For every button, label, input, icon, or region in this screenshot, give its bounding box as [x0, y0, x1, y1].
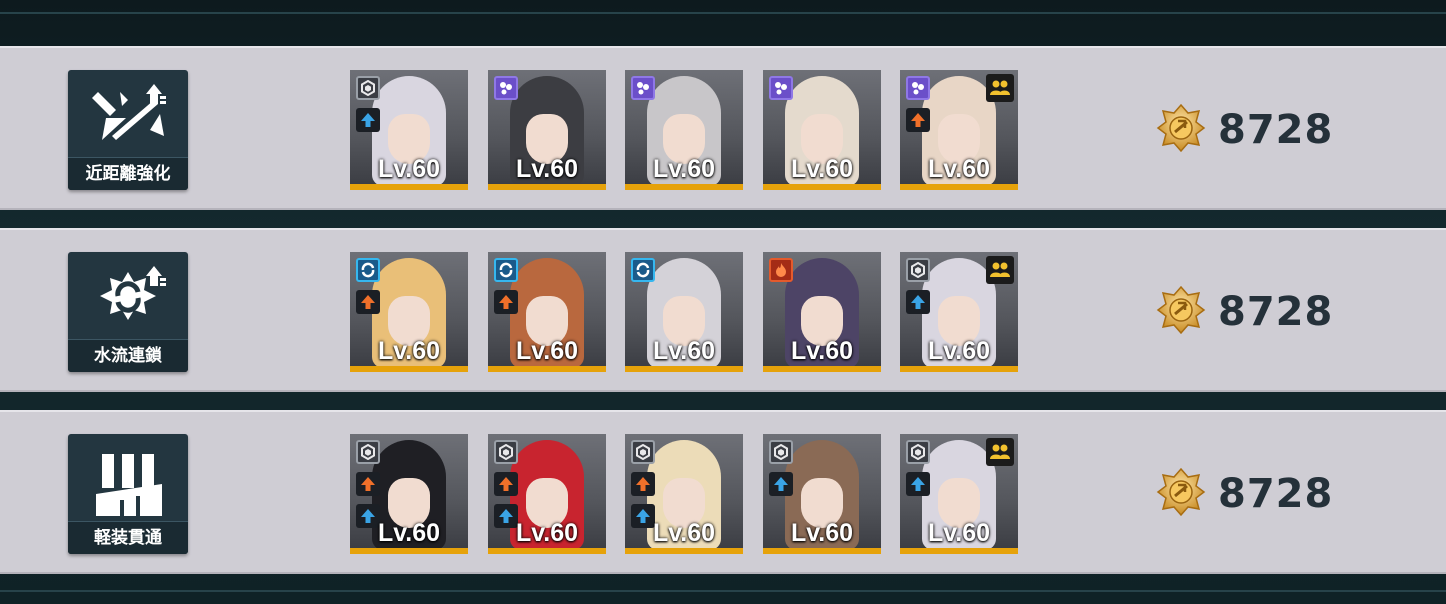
- character-card[interactable]: Lv.60: [625, 252, 743, 372]
- team-row[interactable]: 軽装貫通 Lv.60 Lv.60 Lv.60 Lv.60 Lv.60 8728: [0, 410, 1446, 574]
- level-label: Lv.60: [377, 337, 441, 365]
- gold-medal-icon: [1156, 467, 1206, 522]
- arrow-up-orange-icon: [494, 472, 518, 496]
- character-card[interactable]: Lv.60: [350, 70, 468, 190]
- arrow-up-orange-icon: [356, 290, 380, 314]
- swirl-role-icon: [356, 258, 380, 282]
- gold-medal-icon: [1156, 103, 1206, 158]
- level-label: Lv.60: [652, 155, 716, 183]
- level-bar: [350, 184, 468, 190]
- character-card[interactable]: Lv.60: [900, 70, 1018, 190]
- swirl-role-icon: [494, 258, 518, 282]
- team-row[interactable]: 水流連鎖 Lv.60 Lv.60 Lv.60 Lv.60 Lv.60 8728: [0, 228, 1446, 392]
- level-label: Lv.60: [790, 155, 854, 183]
- hexagon-role-icon: [356, 440, 380, 464]
- character-card[interactable]: Lv.60: [488, 252, 606, 372]
- hexagon-role-icon: [906, 440, 930, 464]
- level-bar: [488, 184, 606, 190]
- level-label: Lv.60: [515, 337, 579, 365]
- level-bar: [625, 366, 743, 372]
- level-bar: [763, 548, 881, 554]
- character-card[interactable]: Lv.60: [488, 434, 606, 554]
- level-bar: [350, 548, 468, 554]
- level-bar: [625, 548, 743, 554]
- background-line: [0, 12, 1446, 14]
- character-card[interactable]: Lv.60: [900, 252, 1018, 372]
- skill-label: 軽装貫通: [68, 521, 188, 554]
- power-value: 8728: [1218, 107, 1334, 153]
- squad-members-icon: [986, 74, 1014, 102]
- skill-badge[interactable]: 水流連鎖: [68, 252, 188, 372]
- level-label: Lv.60: [652, 337, 716, 365]
- character-card[interactable]: Lv.60: [900, 434, 1018, 554]
- hexagon-role-icon: [356, 76, 380, 100]
- character-card[interactable]: Lv.60: [625, 434, 743, 554]
- hexagon-role-icon: [769, 440, 793, 464]
- team-power: 8728: [1156, 467, 1334, 518]
- level-label: Lv.60: [515, 155, 579, 183]
- level-label: Lv.60: [790, 337, 854, 365]
- skill-badge[interactable]: 軽装貫通: [68, 434, 188, 554]
- level-bar: [900, 548, 1018, 554]
- dots-role-icon: [769, 76, 793, 100]
- arrow-up-orange-icon: [906, 108, 930, 132]
- dots-role-icon: [906, 76, 930, 100]
- level-label: Lv.60: [377, 155, 441, 183]
- arrow-up-orange-icon: [494, 290, 518, 314]
- hexagon-role-icon: [494, 440, 518, 464]
- gold-medal-icon: [1156, 285, 1206, 340]
- arrow-up-blue-icon: [906, 290, 930, 314]
- dots-role-icon: [494, 76, 518, 100]
- hexagon-role-icon: [906, 258, 930, 282]
- level-label: Lv.60: [515, 519, 579, 547]
- level-label: Lv.60: [927, 519, 991, 547]
- dots-role-icon: [631, 76, 655, 100]
- arrow-up-blue-icon: [356, 108, 380, 132]
- level-label: Lv.60: [927, 337, 991, 365]
- level-label: Lv.60: [377, 519, 441, 547]
- character-card[interactable]: Lv.60: [763, 70, 881, 190]
- team-row[interactable]: 近距離強化 Lv.60 Lv.60 Lv.60 Lv.60 Lv.60 8728: [0, 46, 1446, 210]
- level-bar: [488, 548, 606, 554]
- arrow-up-orange-icon: [631, 472, 655, 496]
- level-bar: [900, 184, 1018, 190]
- skill-label: 近距離強化: [68, 157, 188, 190]
- swirl-role-icon: [631, 258, 655, 282]
- character-card[interactable]: Lv.60: [488, 70, 606, 190]
- level-bar: [350, 366, 468, 372]
- level-bar: [763, 184, 881, 190]
- flame-role-icon: [769, 258, 793, 282]
- squad-members-icon: [986, 256, 1014, 284]
- character-card[interactable]: Lv.60: [350, 434, 468, 554]
- level-label: Lv.60: [790, 519, 854, 547]
- background-line: [0, 590, 1446, 592]
- squad-members-icon: [986, 438, 1014, 466]
- team-power: 8728: [1156, 103, 1334, 154]
- character-card[interactable]: Lv.60: [625, 70, 743, 190]
- level-bar: [763, 366, 881, 372]
- power-value: 8728: [1218, 471, 1334, 517]
- power-value: 8728: [1218, 289, 1334, 335]
- arrow-up-orange-icon: [356, 472, 380, 496]
- level-label: Lv.60: [927, 155, 991, 183]
- level-label: Lv.60: [652, 519, 716, 547]
- level-bar: [625, 184, 743, 190]
- level-bar: [900, 366, 1018, 372]
- level-bar: [488, 366, 606, 372]
- character-card[interactable]: Lv.60: [763, 434, 881, 554]
- skill-badge[interactable]: 近距離強化: [68, 70, 188, 190]
- skill-label: 水流連鎖: [68, 339, 188, 372]
- arrow-up-blue-icon: [769, 472, 793, 496]
- hexagon-role-icon: [631, 440, 655, 464]
- character-card[interactable]: Lv.60: [763, 252, 881, 372]
- character-card[interactable]: Lv.60: [350, 252, 468, 372]
- team-power: 8728: [1156, 285, 1334, 336]
- arrow-up-blue-icon: [906, 472, 930, 496]
